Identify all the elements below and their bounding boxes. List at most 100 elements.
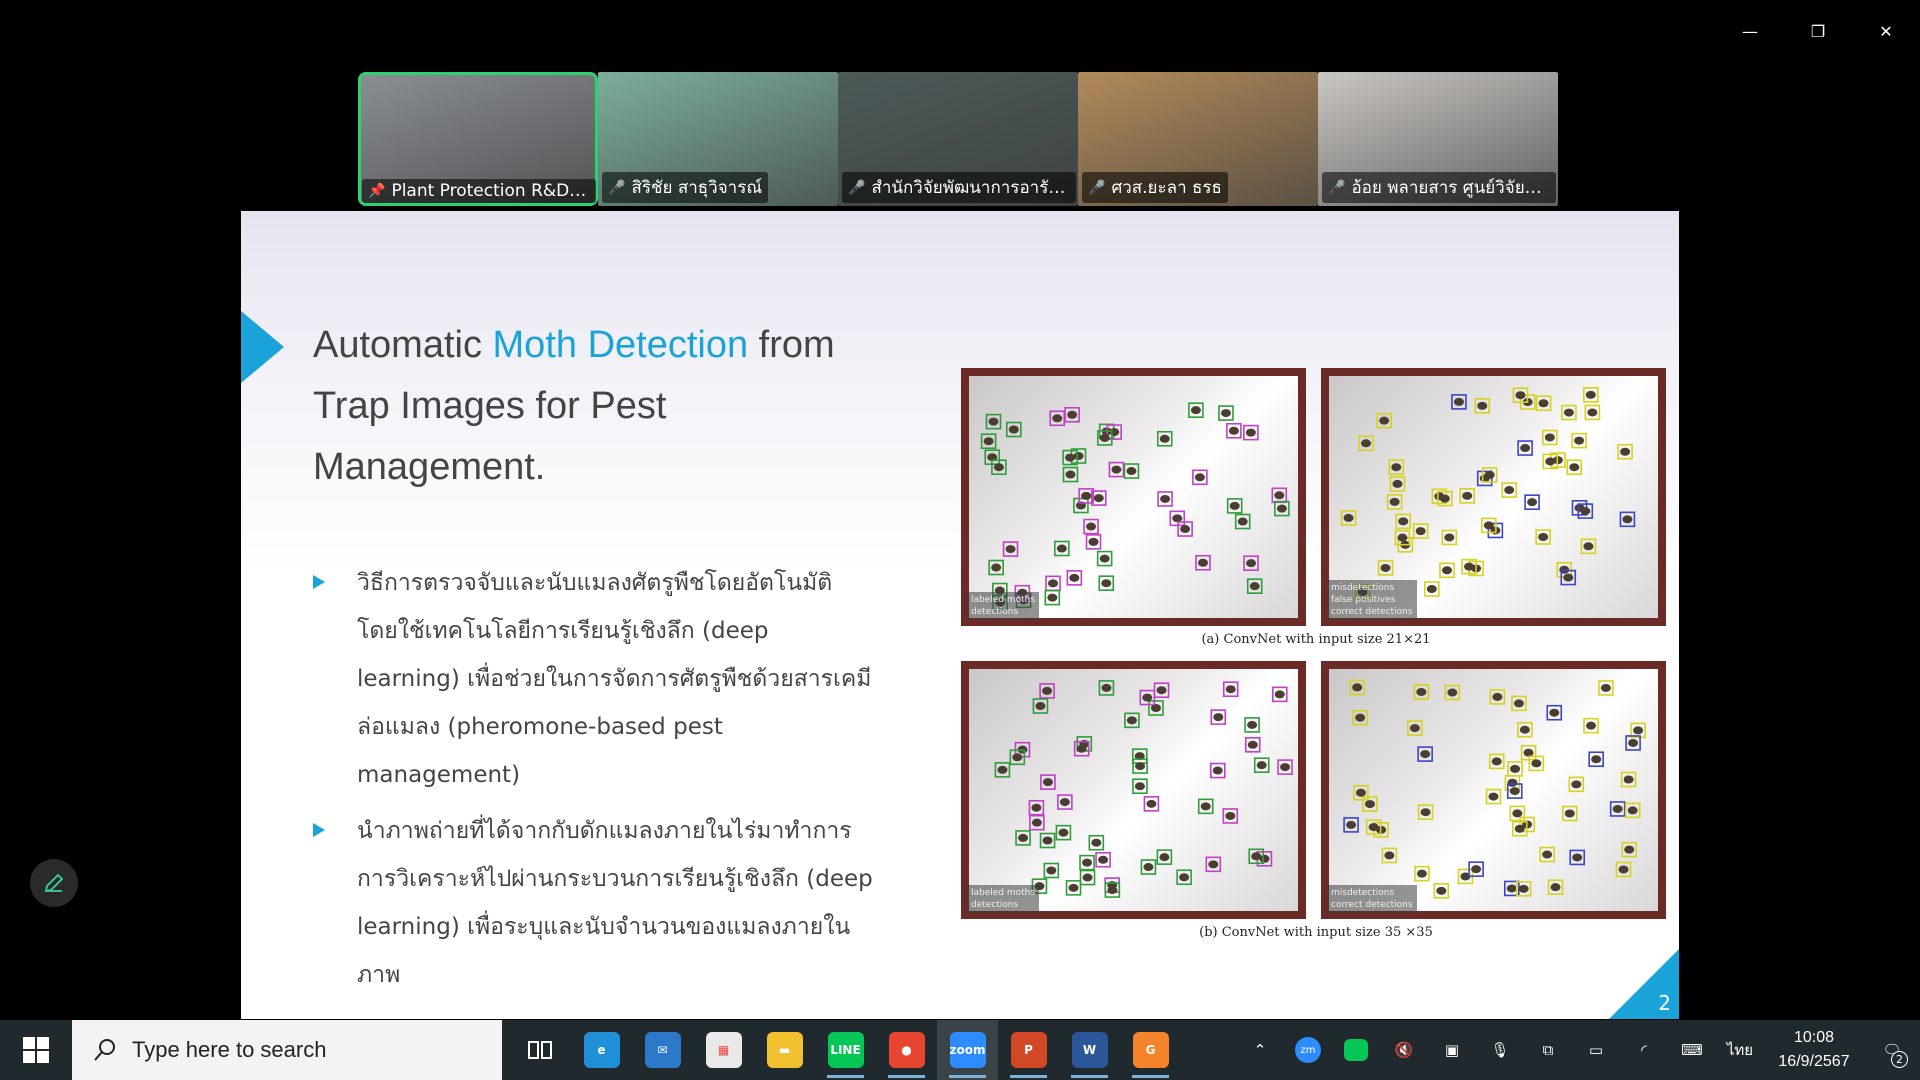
moth [1249, 582, 1260, 591]
close-button[interactable]: ✕ [1852, 0, 1920, 62]
slide-chevron-icon [241, 311, 284, 383]
minimize-button[interactable]: — [1716, 0, 1784, 62]
moth [988, 417, 999, 426]
moth [1018, 833, 1029, 842]
moth [1600, 683, 1611, 692]
moth [1538, 399, 1549, 408]
moth [1591, 755, 1602, 764]
taskbar-app-powerpoint[interactable]: P [998, 1020, 1059, 1080]
participant-name: 🎤 สำนักวิจัยพัฒนาการอารัก... [842, 172, 1076, 203]
zoom-tray-icon[interactable]: zm [1284, 1020, 1332, 1080]
search-icon [94, 1039, 115, 1061]
moth [1519, 725, 1530, 734]
shared-slide: Automatic Moth Detection from Trap Image… [241, 211, 1679, 1019]
moth [1246, 559, 1257, 568]
trap-image-a-right: misdetections false positives correct dete… [1321, 368, 1666, 626]
legend: misdetections correct detections [1327, 885, 1417, 913]
caption-a: (a) ConvNet with input size 21×21 [1201, 632, 1431, 647]
moth [1471, 865, 1482, 874]
start-button[interactable] [0, 1020, 72, 1080]
moth [1220, 409, 1231, 418]
chrome-icon: ● [888, 1032, 925, 1068]
moth [1076, 744, 1087, 753]
battery-icon[interactable]: ▭ [1572, 1020, 1620, 1080]
taskbar-search[interactable]: Type here to search [72, 1020, 502, 1080]
annotate-pen-button[interactable] [30, 859, 78, 907]
moth [1352, 683, 1363, 692]
moth [1052, 414, 1063, 423]
moth [1509, 787, 1520, 796]
restore-button[interactable]: ❐ [1784, 0, 1852, 62]
moth [997, 765, 1008, 774]
moth [1453, 397, 1464, 406]
pdf-icon: G [1132, 1032, 1169, 1068]
moth [1538, 532, 1549, 541]
moth [1012, 753, 1023, 762]
line-tray-icon[interactable] [1332, 1020, 1380, 1080]
moth [1091, 838, 1102, 847]
show-hidden-icons-button[interactable]: ⌃ [1236, 1020, 1284, 1080]
moth [1180, 525, 1191, 534]
moth [1194, 473, 1205, 482]
moth [1515, 391, 1526, 400]
wifi-icon[interactable]: ◜ [1620, 1020, 1668, 1080]
participant-tile[interactable]: 🎤 สำนักวิจัยพัฒนาการอารัก... [838, 72, 1078, 206]
moth [1477, 401, 1488, 410]
moth [1031, 818, 1042, 827]
zoom-icon: zoom [949, 1032, 986, 1068]
moth [1585, 390, 1596, 399]
moth [1527, 498, 1538, 507]
taskbar-app-pdf[interactable]: G [1120, 1020, 1181, 1080]
moth [1436, 886, 1447, 895]
moth [1047, 593, 1058, 602]
volume-muted-icon[interactable]: 🔇 [1380, 1020, 1428, 1080]
legend: misdetections false positives correct dete… [1327, 580, 1417, 620]
figure-panel: labeled moths detections misdetections fal… [961, 368, 1671, 954]
taskbar-app-line[interactable]: LINE [815, 1020, 876, 1080]
moth [1042, 686, 1053, 695]
moth [1160, 494, 1171, 503]
taskbar-app-zoom[interactable]: zoom [937, 1020, 998, 1080]
caption-b: (b) ConvNet with input size 35 ×35 [1199, 925, 1433, 940]
moth [1355, 788, 1366, 797]
moth [1549, 708, 1560, 717]
screen-share-icon[interactable]: ⧉ [1524, 1020, 1572, 1080]
moth [1059, 798, 1070, 807]
moth [1380, 563, 1391, 572]
moth [1514, 824, 1525, 833]
participant-tile[interactable]: 🎤 ศวส.ยะลา ธรธ [1078, 72, 1318, 206]
moth [1086, 522, 1097, 531]
page-number: 2 [1658, 991, 1671, 1015]
mic-muted-icon: 🎤 [848, 179, 866, 196]
keyboard-icon[interactable]: ⌨ [1668, 1020, 1716, 1080]
moth [1343, 513, 1354, 522]
notification-center-button[interactable]: 🗨 2 [1864, 1020, 1920, 1080]
meet-now-icon[interactable]: ▣ [1428, 1020, 1476, 1080]
moth [1143, 863, 1154, 872]
store-icon: ▦ [705, 1032, 742, 1068]
moth [1197, 558, 1208, 567]
participant-tile[interactable]: 🎤 สิริชัย สาธุวิจารณ์ [598, 72, 838, 206]
moth [1111, 465, 1122, 474]
moth [1523, 748, 1534, 757]
language-indicator[interactable]: ไทย [1716, 1020, 1764, 1080]
taskbar-app-task-view[interactable] [510, 1020, 571, 1080]
taskbar-app-edge[interactable]: e [571, 1020, 632, 1080]
taskbar-app-word[interactable]: W [1059, 1020, 1120, 1080]
moth [1571, 780, 1582, 789]
taskbar-app-mail[interactable]: ✉ [632, 1020, 693, 1080]
participant-tile[interactable]: 🎤 อ้อย พลายสาร ศูนย์วิจัยแล... [1318, 72, 1558, 206]
moth [1208, 860, 1219, 869]
microphone-icon[interactable]: 🎙 [1476, 1020, 1524, 1080]
moth [1225, 811, 1236, 820]
taskbar-app-file-explorer[interactable]: ▬ [754, 1020, 815, 1080]
participant-tile[interactable]: 📌 Plant Protection R&D ... [358, 72, 598, 206]
bullet-item: วิธีการตรวจจับและนับแมลงศัตรูพืชโดยอัตโน… [313, 559, 873, 799]
taskbar-app-chrome[interactable]: ● [876, 1020, 937, 1080]
moth [1031, 803, 1042, 812]
moth [991, 563, 1002, 572]
trap-image-a-left: labeled moths detections [961, 368, 1306, 626]
taskbar-app-store[interactable]: ▦ [693, 1020, 754, 1080]
moth [1409, 724, 1420, 733]
clock[interactable]: 10:08 16/9/2567 [1764, 1026, 1864, 1074]
